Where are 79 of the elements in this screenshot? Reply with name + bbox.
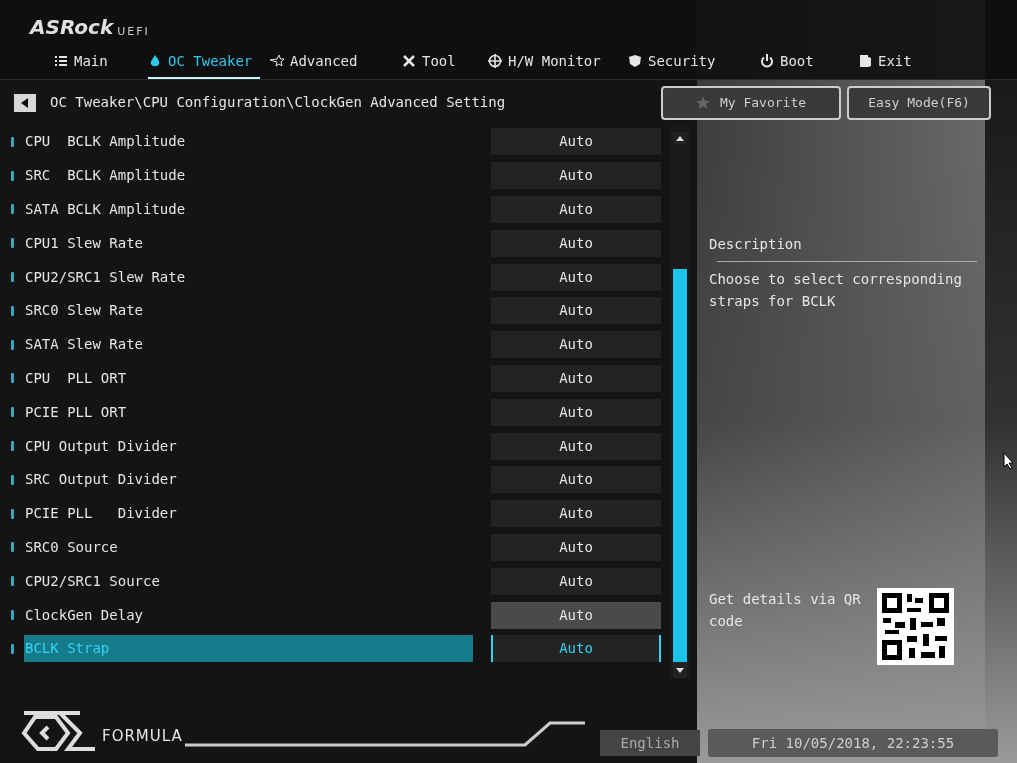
nav-tab[interactable]: Boot	[760, 45, 848, 79]
easy-mode-button[interactable]: Easy Mode(F6)	[847, 86, 991, 120]
setting-value-dropdown[interactable]: Auto	[491, 635, 661, 663]
setting-value-dropdown[interactable]: Auto	[491, 533, 661, 561]
setting-label[interactable]: PCIE PLL Divider	[24, 500, 473, 528]
nav-tab[interactable]: Advanced	[270, 45, 392, 79]
setting-value-dropdown[interactable]: Auto	[491, 398, 661, 426]
setting-label[interactable]: CPU2/SRC1 Source	[24, 567, 473, 595]
nav-tab[interactable]: OC Tweaker	[148, 45, 260, 79]
setting-value-dropdown[interactable]: Auto	[491, 196, 661, 223]
setting-value-dropdown[interactable]: Auto	[491, 263, 661, 291]
description-text: Choose to select corresponding straps for BCLK	[709, 270, 963, 311]
setting-label[interactable]: SRC0 Source	[24, 533, 473, 561]
setting-label[interactable]: SATA BCLK Amplitude	[24, 196, 473, 223]
brand-logo: ASRock	[30, 17, 114, 37]
star-icon	[270, 54, 284, 68]
setting-value-dropdown[interactable]: Auto	[491, 432, 661, 460]
item-indicator-icon	[11, 305, 14, 316]
favorite-button[interactable]: My Favorite	[661, 86, 841, 120]
item-indicator-icon	[11, 238, 14, 249]
mouse-cursor-icon	[1003, 452, 1015, 470]
power-icon	[760, 54, 774, 68]
setting-value-dropdown[interactable]: Auto	[491, 500, 661, 528]
setting-label[interactable]: SRC Output Divider	[24, 466, 473, 494]
setting-label[interactable]: SATA Slew Rate	[24, 331, 473, 359]
item-indicator-icon	[11, 407, 14, 418]
item-indicator-icon	[11, 373, 14, 384]
back-button[interactable]	[14, 93, 36, 112]
setting-label[interactable]: PCIE PLL ORT	[24, 398, 473, 426]
star-icon	[695, 96, 710, 110]
setting-value-dropdown[interactable]: Auto	[491, 128, 661, 156]
setting-value-dropdown[interactable]: Auto	[491, 601, 661, 629]
item-indicator-icon	[11, 610, 14, 621]
setting-label[interactable]: ClockGen Delay	[24, 601, 473, 629]
scrollbar-thumb[interactable]	[673, 269, 687, 662]
setting-value-dropdown[interactable]: Auto	[491, 297, 661, 325]
item-indicator-icon	[11, 136, 14, 147]
item-indicator-icon	[11, 272, 14, 283]
qr-hint-text: Get details via QR code	[709, 590, 862, 631]
item-indicator-icon	[11, 643, 14, 654]
crosshair-icon	[488, 54, 502, 68]
setting-value-dropdown[interactable]: Auto	[491, 331, 661, 359]
item-indicator-icon	[11, 542, 14, 553]
setting-label[interactable]: CPU2/SRC1 Slew Rate	[24, 263, 473, 291]
item-indicator-icon	[11, 474, 14, 485]
scroll-down-icon	[673, 662, 687, 678]
setting-label[interactable]: CPU Output Divider	[24, 432, 473, 460]
description-title: Description	[709, 235, 803, 254]
item-indicator-icon	[11, 441, 14, 452]
item-indicator-icon	[11, 170, 14, 181]
uefi-label: UEFI	[117, 26, 150, 37]
nav-tab[interactable]: Security	[628, 45, 750, 79]
back-arrow-icon	[21, 97, 29, 108]
setting-label[interactable]: SRC0 Slew Rate	[24, 297, 473, 325]
item-indicator-icon	[11, 204, 14, 215]
setting-label[interactable]: CPU PLL ORT	[24, 364, 473, 392]
setting-value-dropdown[interactable]: Auto	[491, 466, 661, 494]
setting-value-dropdown[interactable]: Auto	[491, 229, 661, 257]
setting-value-dropdown[interactable]: Auto	[491, 364, 661, 392]
shield-icon	[628, 54, 642, 68]
item-indicator-icon	[11, 576, 14, 587]
nav-tab[interactable]: Tool	[402, 45, 478, 79]
list-icon	[54, 54, 68, 68]
scrollbar[interactable]	[670, 125, 690, 678]
setting-label[interactable]: SRC BCLK Amplitude	[24, 162, 473, 190]
setting-value-dropdown[interactable]: Auto	[491, 162, 661, 190]
formula-logo-text: FORMULA	[102, 725, 183, 747]
setting-label[interactable]: CPU1 Slew Rate	[24, 229, 473, 257]
setting-value-dropdown[interactable]: Auto	[491, 567, 661, 595]
nav-tab[interactable]: Exit	[858, 45, 934, 79]
language-button[interactable]: English	[600, 730, 700, 756]
breadcrumb-path: OC Tweaker\CPU Configuration\ClockGen Advanced Setting	[50, 93, 506, 112]
nav-tab[interactable]: H/W Monitor	[488, 45, 618, 79]
item-indicator-icon	[11, 339, 14, 350]
setting-label[interactable]: CPU BCLK Amplitude	[24, 128, 473, 156]
nav-tab[interactable]: Main	[54, 45, 138, 79]
item-indicator-icon	[11, 508, 14, 519]
date-time: Fri 10/05/2018, 22:23:55	[708, 729, 998, 757]
scroll-up-icon	[673, 132, 687, 144]
